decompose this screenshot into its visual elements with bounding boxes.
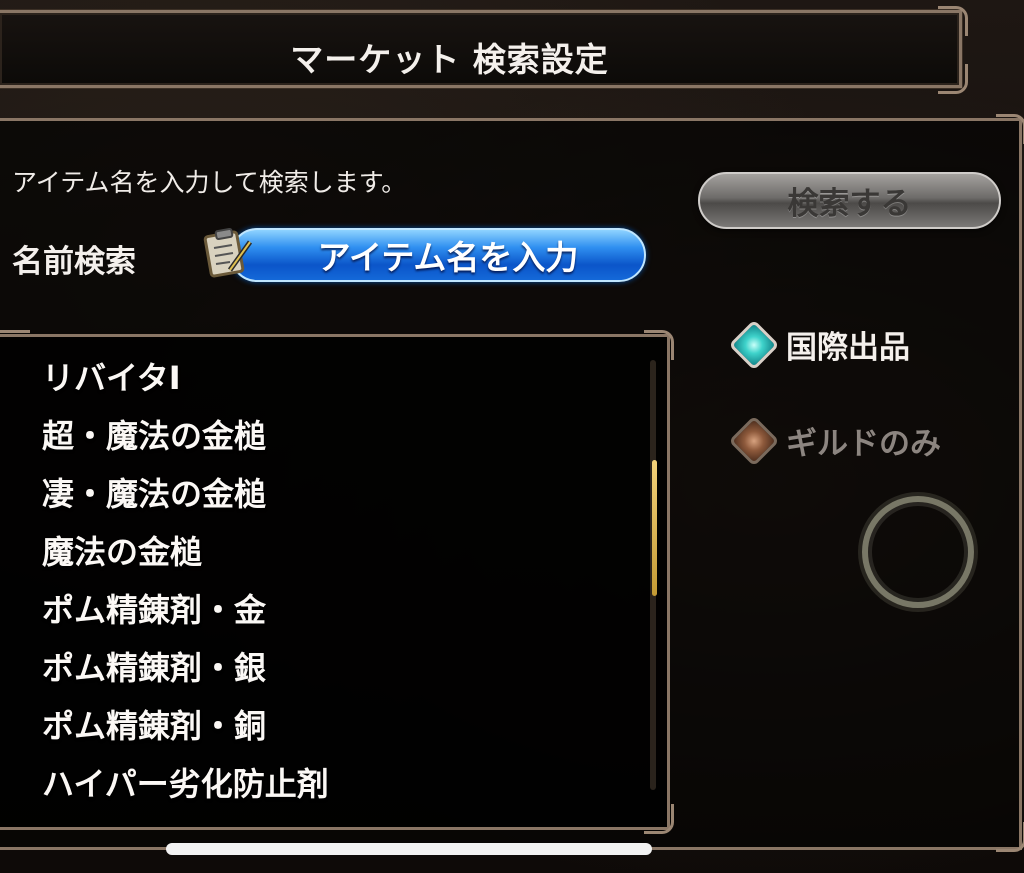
corner-ornament-icon [0, 330, 30, 360]
list-item[interactable]: ポム精錬剤・金 [42, 581, 329, 639]
touch-ring-icon [862, 496, 974, 608]
filter-international[interactable]: 国際出品 [728, 319, 910, 370]
item-name-input[interactable]: アイテム名を入力 [230, 228, 646, 282]
list-item[interactable]: 凄・魔法の金槌 [42, 465, 329, 523]
diamond-brown-icon [728, 415, 780, 466]
title-bar: マーケット 検索設定 [0, 10, 962, 88]
corner-ornament-icon [996, 114, 1024, 144]
clipboard-icon [203, 227, 253, 278]
list-item[interactable]: 超・魔法の金槌 [42, 407, 329, 465]
name-search-label: 名前検索 [12, 244, 136, 280]
filter-guild-only[interactable]: ギルドのみ [728, 415, 941, 466]
search-button[interactable]: 検索する [698, 172, 1001, 229]
filter-international-label: 国際出品 [786, 330, 910, 366]
page-title: マーケット 検索設定 [290, 40, 609, 79]
corner-ornament-icon [938, 6, 968, 36]
corner-ornament-icon [644, 330, 674, 360]
list-item[interactable]: 魔法の金槌 [42, 523, 329, 581]
corner-ornament-icon [938, 64, 968, 94]
corner-ornament-icon [644, 804, 674, 834]
list-item[interactable]: ハイパー劣化防止剤 [42, 755, 329, 813]
list-item[interactable]: ポム精錬剤・銅 [42, 697, 329, 755]
list-item[interactable]: リバイタI [42, 349, 329, 407]
corner-ornament-icon [996, 822, 1024, 852]
home-indicator[interactable] [166, 843, 652, 855]
search-instruction: アイテム名を入力して検索します。 [12, 168, 407, 197]
filter-guild-only-label: ギルドのみ [786, 426, 941, 462]
diamond-teal-icon [728, 319, 780, 370]
list-scrollbar-thumb[interactable] [652, 460, 657, 596]
item-list-panel: リバイタI 超・魔法の金槌 凄・魔法の金槌 魔法の金槌 ポム精錬剤・金 ポム精錬… [0, 334, 670, 830]
list-item[interactable]: ポム精錬剤・銀 [42, 639, 329, 697]
item-list: リバイタI 超・魔法の金槌 凄・魔法の金槌 魔法の金槌 ポム精錬剤・金 ポム精錬… [42, 349, 329, 813]
